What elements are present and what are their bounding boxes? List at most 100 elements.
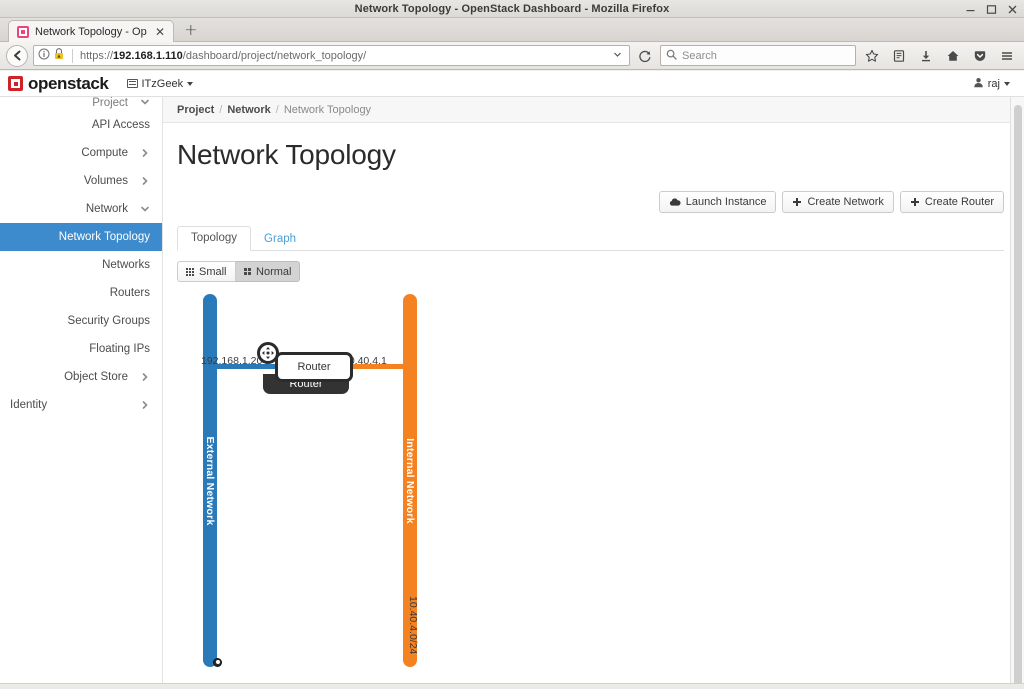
search-input[interactable]: Search	[682, 50, 717, 62]
sidebar-item-volumes[interactable]: Volumes	[0, 167, 162, 195]
page-title: Network Topology	[177, 139, 396, 170]
create-router-label: Create Router	[924, 196, 994, 208]
browser-tab-strip: Network Topology - OpenSt ✕ +	[0, 18, 1024, 42]
project-selector[interactable]: ITzGeek	[126, 78, 194, 90]
sidebar-item-label: Object Store	[64, 371, 128, 383]
router-move-icon[interactable]	[257, 342, 279, 364]
url-bar[interactable]: https://192.168.1.110/dashboard/project/…	[33, 45, 630, 66]
maximize-button[interactable]	[986, 4, 997, 15]
topology-canvas[interactable]: External Network Internal Network 10.40.…	[163, 294, 1024, 689]
close-button[interactable]	[1007, 4, 1018, 15]
subnet-label-internal: 10.40.4.0/24	[407, 596, 419, 655]
browser-navigation-bar: https://192.168.1.110/dashboard/project/…	[0, 42, 1024, 70]
chevron-right-icon	[140, 400, 150, 410]
library-icon[interactable]	[888, 45, 910, 67]
page-scrollbar-thumb[interactable]	[1014, 105, 1022, 689]
sidebar-item-label: Identity	[10, 399, 48, 411]
create-network-label: Create Network	[807, 196, 884, 208]
url-path: /dashboard/project/network_topology/	[182, 49, 367, 62]
search-icon	[666, 47, 677, 65]
menu-hamburger-icon[interactable]	[996, 45, 1018, 67]
url-divider	[72, 48, 73, 63]
router-node[interactable]: Router Router	[257, 342, 353, 394]
sidebar-item-label: Network Topology	[58, 231, 150, 243]
main-content: Project / Network / Network Topology Net…	[163, 97, 1024, 689]
router-label: Router	[297, 361, 331, 373]
sidebar-item-object-store[interactable]: Object Store	[0, 363, 162, 391]
url-text[interactable]: https://192.168.1.110/dashboard/project/…	[80, 50, 606, 62]
network-bar-internal-label: Internal Network	[404, 437, 416, 524]
launch-instance-button[interactable]: Launch Instance	[658, 191, 777, 213]
user-icon	[973, 77, 984, 91]
network-endpoint-dot[interactable]	[213, 658, 222, 667]
project-box-icon	[126, 79, 138, 88]
openstack-logo-icon	[8, 76, 23, 91]
user-menu-label: raj	[987, 77, 1000, 90]
breadcrumb-item-current: Network Topology	[283, 103, 372, 116]
sidebar-item-api-access[interactable]: API Access	[0, 111, 162, 139]
info-icon[interactable]	[38, 47, 50, 65]
sidebar-item-network[interactable]: Network	[0, 195, 162, 223]
minimize-button[interactable]	[965, 4, 976, 15]
tab-close-icon[interactable]: ✕	[153, 26, 167, 38]
bookmark-star-icon[interactable]	[861, 45, 883, 67]
sidebar-item-network-topology[interactable]: Network Topology	[0, 223, 162, 251]
browser-tab[interactable]: Network Topology - OpenSt ✕	[8, 20, 175, 42]
plus-icon	[792, 197, 802, 207]
tab-topology-label: Topology	[191, 232, 238, 244]
page-actions-toolbar: Launch Instance Create Network Create Ro…	[163, 183, 1024, 213]
chevron-down-icon	[1004, 81, 1010, 86]
new-tab-button[interactable]: +	[184, 22, 197, 38]
sidebar-item-networks[interactable]: Networks	[0, 251, 162, 279]
url-identity-box[interactable]	[38, 47, 65, 65]
downloads-icon[interactable]	[915, 45, 937, 67]
reload-button[interactable]	[635, 46, 655, 66]
size-normal-label: Normal	[256, 265, 292, 278]
network-bar-external[interactable]: External Network	[203, 294, 217, 667]
sidebar-item-project[interactable]: Project	[0, 97, 162, 111]
cloud-upload-icon	[669, 197, 681, 207]
sidebar-item-label: Floating IPs	[89, 343, 150, 355]
openstack-favicon	[17, 25, 29, 38]
sidebar-item-label: Network	[85, 203, 128, 215]
url-host: 192.168.1.110	[113, 49, 183, 62]
router-box[interactable]: Router	[275, 352, 353, 382]
sidebar-item-security-groups[interactable]: Security Groups	[0, 307, 162, 335]
size-small-button[interactable]: Small	[177, 261, 236, 282]
user-menu[interactable]: raj	[973, 77, 1010, 91]
sidebar-item-routers[interactable]: Routers	[0, 279, 162, 307]
home-icon[interactable]	[942, 45, 964, 67]
chevron-down-icon	[140, 204, 150, 214]
create-network-button[interactable]: Create Network	[782, 191, 894, 213]
normal-grid-icon	[243, 267, 252, 276]
sidebar-item-label: Networks	[102, 259, 150, 271]
page-scrollbar[interactable]	[1010, 97, 1024, 689]
breadcrumb-item-project[interactable]: Project	[177, 104, 214, 116]
chevron-right-icon	[140, 372, 150, 382]
warning-lock-icon[interactable]	[53, 47, 65, 65]
breadcrumb-separator: /	[275, 103, 279, 116]
web-page-viewport: openstack ITzGeek raj Project API Access…	[0, 71, 1024, 689]
window-controls	[965, 0, 1018, 18]
sidebar-item-label: Security Groups	[67, 315, 150, 327]
breadcrumb-item-network[interactable]: Network	[227, 104, 270, 116]
sidebar-item-identity[interactable]: Identity	[0, 391, 162, 419]
tab-graph[interactable]: Graph	[251, 228, 309, 251]
back-button[interactable]	[6, 44, 28, 67]
plus-icon	[910, 197, 920, 207]
sidebar-item-compute[interactable]: Compute	[0, 139, 162, 167]
pocket-icon[interactable]	[969, 45, 991, 67]
url-dropdown-icon[interactable]	[610, 50, 625, 61]
firefox-window: Network Topology - OpenStack Dashboard -…	[0, 0, 1024, 689]
create-router-button[interactable]: Create Router	[899, 191, 1004, 213]
breadcrumb-separator: /	[219, 103, 223, 116]
openstack-logo[interactable]: openstack	[8, 74, 109, 94]
size-normal-button[interactable]: Normal	[235, 261, 301, 282]
browser-tab-title: Network Topology - OpenSt	[35, 25, 147, 38]
sidebar-item-floating-ips[interactable]: Floating IPs	[0, 335, 162, 363]
tab-topology[interactable]: Topology	[177, 226, 252, 251]
sidebar-item-label: Routers	[109, 287, 150, 299]
openstack-header: openstack ITzGeek raj	[0, 71, 1024, 97]
search-bar[interactable]: Search	[660, 45, 856, 66]
small-grid-icon	[186, 267, 194, 276]
